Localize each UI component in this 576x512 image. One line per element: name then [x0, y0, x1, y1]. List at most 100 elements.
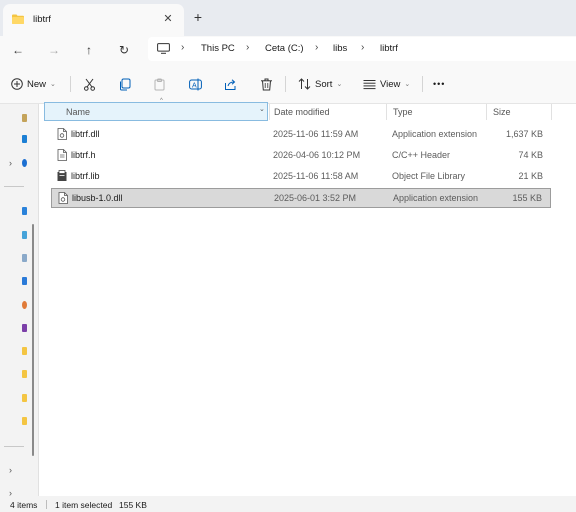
scrollbar[interactable]	[32, 224, 34, 456]
file-type: Object File Library	[392, 171, 466, 181]
new-button[interactable]: New ⌄	[11, 74, 56, 94]
delete-button[interactable]	[260, 74, 273, 94]
tab-title: libtrf	[33, 14, 51, 25]
breadcrumb-drive[interactable]: Ceta (C:)	[265, 43, 304, 54]
share-icon	[225, 78, 236, 90]
breadcrumb-libtrf[interactable]: libtrf	[380, 43, 398, 54]
chevron-down-icon: ⌄	[50, 81, 56, 88]
nav-icon[interactable]	[22, 301, 27, 309]
column-divider[interactable]	[551, 104, 552, 120]
divider	[285, 76, 286, 92]
rename-button[interactable]: A	[189, 74, 202, 94]
chevron-down-icon[interactable]: ⌄	[259, 105, 265, 113]
file-row[interactable]: libtrf.dll 2025-11-06 11:59 AM Application…	[51, 125, 551, 145]
view-label: View	[380, 78, 401, 90]
file-type: C/C++ Header	[392, 150, 451, 160]
address-bar[interactable]: › This PC › Ceta (C:) › libs › libtrf	[148, 37, 576, 61]
column-header-size[interactable]: Size	[489, 104, 511, 120]
chevron-right-icon: ›	[181, 42, 185, 53]
folder-icon[interactable]	[22, 417, 27, 425]
divider	[46, 500, 47, 509]
chevron-right-icon: ›	[315, 42, 319, 53]
forward-button[interactable]: →	[44, 40, 64, 60]
file-type: Application extension	[393, 193, 479, 203]
more-icon: •••	[433, 79, 446, 89]
svg-text:A: A	[192, 82, 197, 89]
new-label: New	[27, 78, 47, 90]
status-selected-count: 1 item selected	[55, 500, 113, 510]
breadcrumb-libs[interactable]: libs	[333, 43, 347, 54]
file-size: 155 KB	[512, 193, 542, 203]
view-button[interactable]: View ⌄	[363, 74, 410, 94]
share-button[interactable]	[224, 74, 237, 94]
nav-icon[interactable]	[22, 324, 27, 332]
nav-icon[interactable]	[22, 207, 27, 215]
chevron-down-icon: ⌄	[336, 81, 343, 88]
file-size: 21 KB	[518, 171, 543, 181]
sort-icon	[298, 78, 311, 90]
folder-icon[interactable]	[22, 394, 27, 402]
view-list-icon	[363, 79, 376, 89]
close-icon[interactable]: ✕	[161, 12, 175, 26]
dll-file-icon	[58, 192, 68, 204]
folder-icon	[12, 14, 24, 24]
up-button[interactable]: ↑	[79, 40, 99, 60]
status-selected-size: 155 KB	[119, 500, 147, 510]
nav-icon[interactable]	[22, 135, 27, 143]
file-date-modified: 2025-11-06 11:58 AM	[273, 171, 359, 181]
chevron-right-icon: ›	[361, 42, 365, 53]
header-file-icon	[57, 149, 67, 161]
copy-button[interactable]	[118, 74, 131, 94]
divider	[4, 186, 24, 187]
folder-icon[interactable]	[22, 347, 27, 355]
sort-button[interactable]: Sort ⌄	[298, 74, 342, 94]
file-date-modified: 2025-11-06 11:59 AM	[273, 129, 359, 139]
status-bar: 4 items 1 item selected 155 KB	[0, 496, 576, 512]
back-button[interactable]: ←	[8, 40, 28, 60]
breadcrumb-this-pc[interactable]: This PC	[201, 43, 235, 54]
rename-icon: A	[189, 78, 202, 90]
chevron-right-icon[interactable]: ›	[9, 465, 12, 475]
chevron-right-icon: ›	[246, 42, 250, 53]
file-row[interactable]: libtrf.lib 2025-11-06 11:58 AM Object File…	[51, 167, 551, 187]
more-options-button[interactable]: •••	[433, 74, 445, 94]
plus-circle-icon	[11, 78, 23, 90]
divider	[422, 76, 423, 92]
chevron-right-icon[interactable]: ›	[9, 158, 12, 168]
file-name[interactable]: libtrf.dll	[71, 129, 100, 139]
nav-icon[interactable]	[22, 231, 27, 239]
sort-up-icon: ^	[160, 98, 163, 104]
scissors-icon	[84, 78, 95, 91]
divider	[4, 446, 24, 447]
tab-libtrf[interactable]: libtrf ✕	[3, 4, 184, 36]
file-name[interactable]: libtrf.lib	[71, 171, 100, 181]
file-row[interactable]: libusb-1.0.dll 2025-06-01 3:52 PM Applicat…	[51, 188, 551, 208]
tab-strip: libtrf ✕ +	[0, 0, 576, 36]
nav-icon[interactable]	[22, 159, 27, 167]
file-row[interactable]: libtrf.h 2026-04-06 10:12 PM C/C++ Header 7…	[51, 146, 551, 166]
file-date-modified: 2026-04-06 10:12 PM	[273, 150, 361, 160]
file-list-pane: ^ Name ⌄ Date modified Type Size libtrf.…	[38, 98, 576, 496]
cut-button[interactable]	[83, 74, 96, 94]
nav-icon[interactable]	[22, 114, 27, 122]
divider	[70, 76, 71, 92]
folder-icon[interactable]	[22, 370, 27, 378]
nav-icon[interactable]	[22, 277, 27, 285]
this-pc-icon	[157, 43, 170, 54]
column-header-name[interactable]: Name	[62, 104, 90, 120]
refresh-button[interactable]: ↻	[114, 40, 134, 60]
paste-button[interactable]	[153, 74, 166, 94]
nav-icon[interactable]	[22, 254, 27, 262]
new-tab-button[interactable]: +	[191, 10, 205, 24]
lib-file-icon	[57, 170, 67, 181]
trash-icon	[261, 78, 272, 90]
file-name[interactable]: libtrf.h	[71, 150, 96, 160]
column-header-type[interactable]: Type	[389, 104, 413, 120]
file-name[interactable]: libusb-1.0.dll	[72, 193, 123, 203]
chevron-down-icon: ⌄	[404, 81, 411, 88]
column-divider[interactable]	[386, 104, 387, 120]
copy-icon	[120, 78, 131, 90]
column-header-date[interactable]: Date modified	[270, 104, 330, 120]
file-type: Application extension	[392, 129, 478, 139]
column-divider[interactable]	[486, 104, 487, 120]
